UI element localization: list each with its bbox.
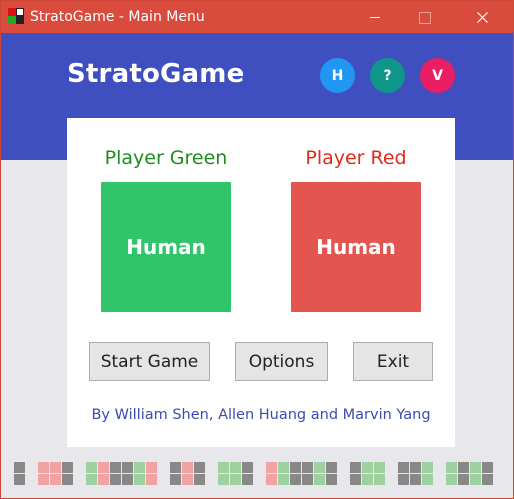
pattern-tile bbox=[62, 474, 73, 485]
pattern-tile bbox=[194, 474, 205, 485]
pattern-tile bbox=[98, 462, 109, 473]
strato-board-icon bbox=[8, 8, 24, 24]
pattern-tile bbox=[14, 474, 25, 485]
pattern-tile bbox=[374, 462, 385, 473]
player-green-type-button[interactable]: Human bbox=[101, 182, 231, 312]
pattern-tile bbox=[266, 462, 277, 473]
pattern-tile bbox=[170, 474, 181, 485]
close-icon[interactable] bbox=[459, 1, 505, 33]
app-brand: StratoGame bbox=[67, 59, 245, 89]
pattern-tile bbox=[50, 462, 61, 473]
pattern-tile bbox=[266, 474, 277, 485]
pattern-tile bbox=[134, 474, 145, 485]
pattern-tile bbox=[446, 462, 457, 473]
maximize-icon[interactable] bbox=[401, 1, 447, 33]
pattern-tile bbox=[398, 462, 409, 473]
credits-text: By William Shen, Allen Huang and Marvin … bbox=[91, 407, 431, 423]
pattern-tile bbox=[410, 474, 421, 485]
pattern-tile bbox=[362, 462, 373, 473]
pattern-tile bbox=[314, 462, 325, 473]
pattern-tile bbox=[410, 462, 421, 473]
pattern-tile bbox=[14, 462, 25, 473]
pattern-tile bbox=[470, 462, 481, 473]
pattern-tile bbox=[122, 462, 133, 473]
pattern-tile bbox=[182, 474, 193, 485]
pattern-tile bbox=[470, 474, 481, 485]
v-button[interactable]: V bbox=[420, 58, 455, 93]
pattern-tile bbox=[38, 474, 49, 485]
minimize-icon[interactable] bbox=[352, 1, 398, 33]
pattern-tile bbox=[314, 474, 325, 485]
window-title: StratoGame - Main Menu bbox=[30, 9, 205, 25]
pattern-tile bbox=[302, 474, 313, 485]
pattern-tile bbox=[146, 474, 157, 485]
pattern-tile bbox=[182, 462, 193, 473]
pattern-tile bbox=[218, 462, 229, 473]
pattern-tile bbox=[446, 474, 457, 485]
pattern-tile bbox=[422, 474, 433, 485]
decorative-tile-pattern bbox=[14, 462, 493, 485]
exit-button[interactable]: Exit bbox=[353, 342, 433, 381]
start-game-button[interactable]: Start Game bbox=[89, 342, 210, 381]
pattern-tile bbox=[374, 474, 385, 485]
pattern-tile bbox=[62, 462, 73, 473]
pattern-tile bbox=[326, 462, 337, 473]
pattern-tile bbox=[146, 462, 157, 473]
pattern-tile bbox=[230, 462, 241, 473]
pattern-tile bbox=[422, 462, 433, 473]
pattern-tile bbox=[122, 474, 133, 485]
player-red-label: Player Red bbox=[305, 147, 407, 169]
pattern-tile bbox=[278, 474, 289, 485]
pattern-tile bbox=[242, 474, 253, 485]
title-bar[interactable]: StratoGame - Main Menu bbox=[1, 1, 513, 33]
pattern-tile bbox=[326, 474, 337, 485]
player-red-type-button[interactable]: Human bbox=[291, 182, 421, 312]
pattern-tile bbox=[98, 474, 109, 485]
pattern-tile bbox=[86, 462, 97, 473]
help-h-button[interactable]: H bbox=[320, 58, 355, 93]
app-window: StratoGame - Main Menu StratoGame H ? V … bbox=[0, 0, 514, 499]
pattern-tile bbox=[290, 474, 301, 485]
pattern-tile bbox=[218, 474, 229, 485]
pattern-tile bbox=[38, 462, 49, 473]
pattern-tile bbox=[302, 462, 313, 473]
pattern-tile bbox=[134, 462, 145, 473]
pattern-tile bbox=[170, 462, 181, 473]
pattern-tile bbox=[50, 474, 61, 485]
pattern-tile bbox=[278, 462, 289, 473]
pattern-tile bbox=[458, 474, 469, 485]
pattern-tile bbox=[242, 462, 253, 473]
player-green-label: Player Green bbox=[104, 147, 228, 169]
pattern-tile bbox=[110, 462, 121, 473]
pattern-tile bbox=[350, 474, 361, 485]
pattern-tile bbox=[482, 474, 493, 485]
pattern-tile bbox=[398, 474, 409, 485]
pattern-tile bbox=[230, 474, 241, 485]
pattern-tile bbox=[362, 474, 373, 485]
pattern-tile bbox=[290, 462, 301, 473]
help-question-button[interactable]: ? bbox=[370, 58, 405, 93]
pattern-tile bbox=[482, 462, 493, 473]
pattern-tile bbox=[458, 462, 469, 473]
pattern-tile bbox=[86, 474, 97, 485]
pattern-tile bbox=[110, 474, 121, 485]
options-button[interactable]: Options bbox=[235, 342, 328, 381]
pattern-tile bbox=[194, 462, 205, 473]
pattern-tile bbox=[350, 462, 361, 473]
